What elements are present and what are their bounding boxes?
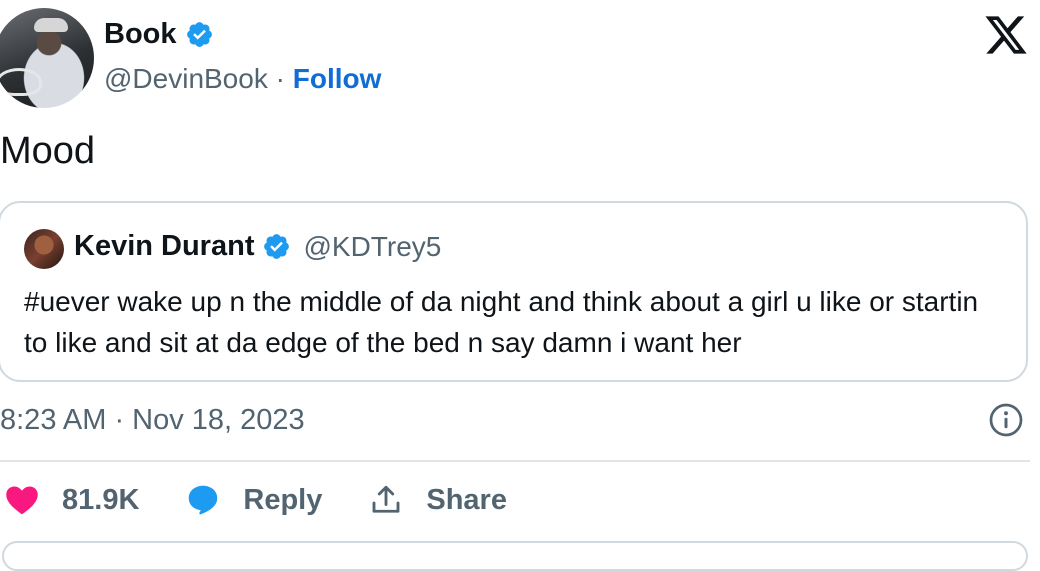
reply-bubble-icon <box>189 485 218 515</box>
avatar-shoe-detail <box>0 68 42 96</box>
reply-button[interactable]: Reply <box>185 482 322 518</box>
verified-badge-icon <box>264 234 290 259</box>
like-count: 81.9K <box>62 483 140 516</box>
avatar-cap-detail <box>34 18 68 32</box>
tweet-timestamp[interactable]: 8:23 AM · Nov 18, 2023 <box>0 404 305 437</box>
author-avatar[interactable] <box>0 8 94 108</box>
tweet-text: Mood <box>0 130 96 172</box>
reply-label: Reply <box>243 483 323 516</box>
x-logo-icon[interactable] <box>983 14 1029 56</box>
action-bar: 81.9K Reply Share <box>4 482 553 518</box>
share-label: Share <box>426 483 507 516</box>
quoted-author-row: Kevin Durant @KDTrey5 <box>74 230 441 263</box>
separator-dot: · <box>275 63 285 94</box>
author-handle[interactable]: @DevinBook <box>104 63 268 94</box>
follow-button[interactable]: Follow <box>293 63 382 94</box>
quoted-tweet-text: #uever wake up n the middle of da night … <box>24 286 979 358</box>
quoted-author-handle[interactable]: @KDTrey5 <box>303 231 441 263</box>
quoted-tweet-card[interactable]: Kevin Durant @KDTrey5 #uever wake up n t… <box>0 201 1028 382</box>
author-handle-row: @DevinBook · Follow <box>104 63 381 95</box>
verified-badge-icon <box>186 22 212 47</box>
author-name[interactable]: Book <box>104 18 177 51</box>
heart-icon <box>6 486 38 515</box>
share-button[interactable]: Share <box>368 482 507 518</box>
info-icon[interactable] <box>988 402 1024 438</box>
quoted-author-name[interactable]: Kevin Durant <box>74 230 254 263</box>
share-icon <box>372 485 400 513</box>
like-button[interactable]: 81.9K <box>4 482 139 518</box>
quoted-author-avatar[interactable] <box>24 229 64 269</box>
divider <box>0 460 1030 462</box>
author-name-row: Book <box>104 18 214 51</box>
